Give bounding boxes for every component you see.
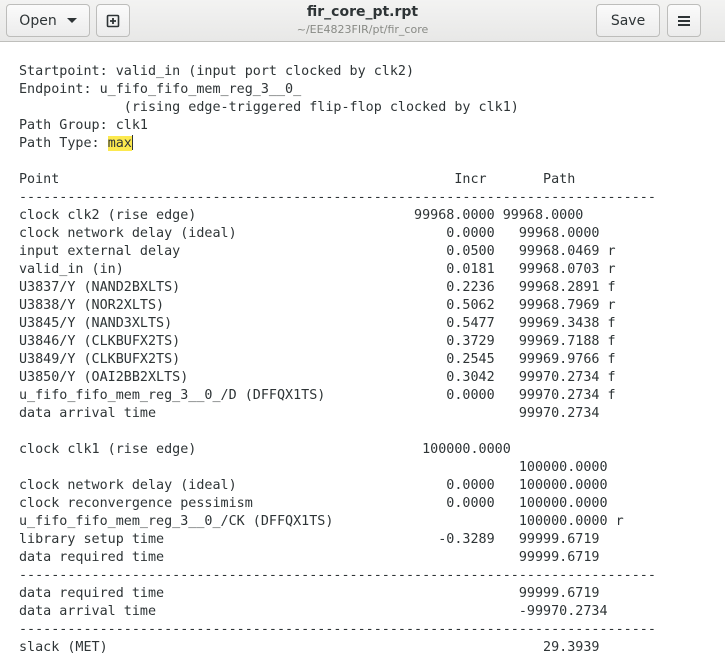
new-document-icon [106,14,120,27]
text-cursor [131,135,133,150]
hamburger-icon [678,15,690,26]
chevron-down-icon [66,18,77,23]
save-button[interactable]: Save [596,4,660,37]
text-editor[interactable]: Startpoint: valid_in (input port clocked… [0,43,725,671]
header-bar: Open fir_core_pt.rpt ~/EE4823FIR/pt/fir_… [0,0,725,42]
new-document-button[interactable] [96,4,130,37]
title-area: fir_core_pt.rpt ~/EE4823FIR/pt/fir_core [200,4,525,37]
report-text-after: Point Incr Path ------------------------… [19,172,656,655]
window-title: fir_core_pt.rpt [306,4,419,20]
open-button[interactable]: Open [6,4,90,37]
window-subtitle: ~/EE4823FIR/pt/fir_core [296,23,429,36]
report-text[interactable]: Startpoint: valid_in (input port clocked… [19,63,656,657]
open-button-label: Open [19,12,57,29]
search-highlight: max [107,136,132,151]
report-text-before: Startpoint: valid_in (input port clocked… [19,64,519,151]
menu-button[interactable] [667,4,701,37]
